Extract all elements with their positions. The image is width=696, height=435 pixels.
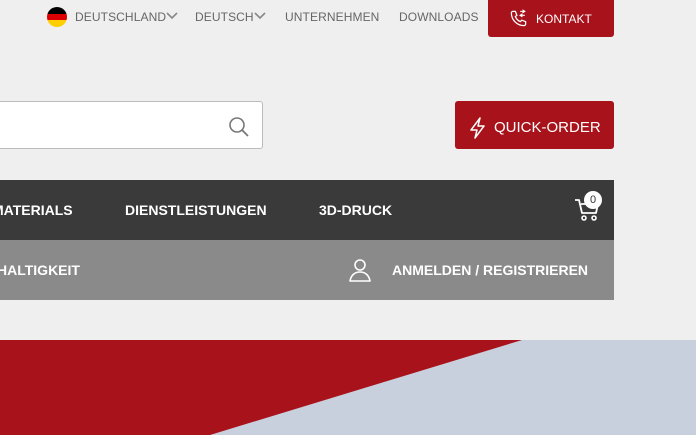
contact-label: KONTAKT (536, 12, 592, 26)
lightning-icon (470, 117, 485, 139)
chevron-down-icon[interactable] (166, 11, 178, 21)
search-icon[interactable] (228, 116, 250, 138)
login-register-link[interactable]: ANMELDEN / REGISTRIEREN (392, 262, 588, 278)
quick-order-button[interactable]: QUICK-ORDER (455, 101, 614, 149)
hero-banner (0, 340, 696, 435)
company-link[interactable]: UNTERNEHMEN (285, 10, 379, 24)
country-selector[interactable]: DEUTSCHLAND (75, 10, 166, 24)
sub-nav: HALTIGKEIT ANMELDEN / REGISTRIEREN (0, 240, 614, 300)
nav-item-materials[interactable]: MATERIALS (0, 202, 73, 218)
language-selector[interactable]: DEUTSCH (195, 10, 254, 24)
search-box[interactable] (0, 101, 263, 149)
nav-item-3d-print[interactable]: 3D-DRUCK (319, 202, 392, 218)
nav-item-sustainability[interactable]: HALTIGKEIT (0, 262, 80, 278)
user-icon[interactable] (347, 257, 373, 283)
cart-count-badge: 0 (584, 191, 602, 209)
quick-order-label: QUICK-ORDER (494, 119, 601, 136)
contact-button[interactable]: KONTAKT (488, 0, 614, 37)
search-input[interactable] (3, 114, 203, 136)
downloads-link[interactable]: DOWNLOADS (399, 10, 479, 24)
main-nav: MATERIALS DIENSTLEISTUNGEN 3D-DRUCK (0, 180, 614, 240)
hero-red-shape (0, 340, 522, 435)
nav-item-services[interactable]: DIENSTLEISTUNGEN (125, 202, 267, 218)
top-bar: DEUTSCHLAND DEUTSCH UNTERNEHMEN DOWNLOAD… (0, 0, 696, 37)
chevron-down-icon[interactable] (254, 11, 266, 21)
phone-transfer-icon (510, 9, 527, 27)
germany-flag-icon[interactable] (47, 7, 67, 27)
